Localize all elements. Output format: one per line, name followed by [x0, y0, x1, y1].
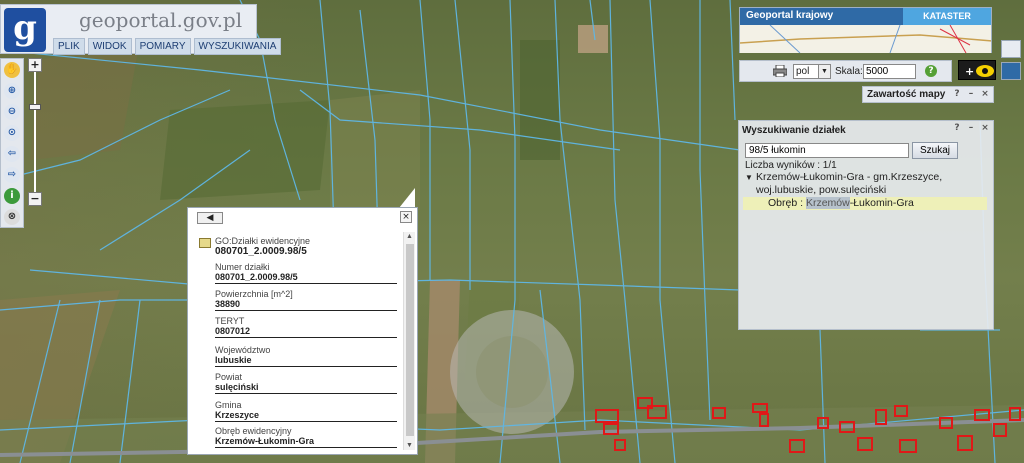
menu-widok[interactable]: WIDOK: [87, 38, 132, 55]
scale-label: Skala:: [835, 66, 863, 77]
info-icon[interactable]: i: [4, 188, 20, 204]
obreb-rest: -Łukomin-Gra: [849, 197, 914, 209]
expand-triangle-icon[interactable]: ▼: [745, 171, 753, 184]
field-gmina: Gmina Krzeszyce: [215, 400, 397, 422]
search-button[interactable]: Szukaj: [912, 142, 958, 159]
language-select[interactable]: pol ▼: [793, 64, 831, 79]
result-tree-node[interactable]: ▼ Krzemów-Łukomin-Gra - gm.Krzeszyce,: [745, 171, 985, 184]
parcel-id: 080701_2.0009.98/5: [215, 246, 307, 257]
layer-icon: [199, 238, 211, 248]
zoom-plus-button[interactable]: +: [28, 58, 42, 72]
field-value: 0807012: [215, 326, 251, 336]
overview-minimap[interactable]: [740, 25, 991, 53]
zoom-minus-button[interactable]: −: [28, 192, 42, 206]
chevron-down-icon[interactable]: ▼: [818, 65, 830, 78]
zoom-in-icon[interactable]: ⊕: [4, 83, 20, 99]
crosshair-icon[interactable]: ⊗: [4, 209, 20, 225]
right-side-buttons: [1001, 40, 1021, 105]
field-value: Krzeszyce: [215, 410, 260, 420]
obreb-prefix: Obręb :: [768, 197, 806, 209]
zoom-extent-icon[interactable]: ⊙: [4, 125, 20, 141]
popup-close-button[interactable]: ×: [400, 211, 412, 223]
overview-title-bar: Geoportal krajowy KATASTER: [740, 8, 991, 25]
menu-pomiary[interactable]: POMIARY: [134, 38, 191, 55]
parcel-info-popup: ◀ × GO:Działki ewidencyjne 080701_2.0009…: [187, 207, 418, 455]
field-value: Krzemów-Łukomin-Gra: [215, 436, 315, 446]
layers-panel-header[interactable]: Zawartość mapy ? – ×: [862, 86, 994, 103]
field-label: Numer działki: [215, 262, 270, 272]
map-tools-toolbar: ✋ ⊕ ⊖ ⊙ ⇦ ⇨ i ⊗: [0, 58, 24, 228]
field-label: TERYT: [215, 316, 245, 326]
minimize-button[interactable]: –: [966, 89, 976, 99]
field-value: 080701_2.0009.98/5: [215, 272, 298, 282]
zoom-thumb[interactable]: [29, 104, 41, 110]
help-button[interactable]: ?: [952, 89, 962, 99]
forward-arrow-icon[interactable]: ⇨: [4, 167, 20, 183]
parcel-search-panel: Wyszukiwanie działek ? – × Szukaj Liczba…: [738, 120, 994, 330]
field-label: Powiat: [215, 372, 243, 382]
zoom-slider[interactable]: + −: [28, 58, 42, 208]
help-button[interactable]: ?: [952, 123, 962, 133]
overview-map-panel: Geoportal krajowy KATASTER: [739, 7, 992, 53]
plus-eye-button[interactable]: +: [958, 60, 996, 80]
eye-icon: +: [965, 65, 994, 78]
layers-toggle-button[interactable]: [1001, 40, 1021, 58]
search-result[interactable]: ▼ Krzemów-Łukomin-Gra - gm.Krzeszyce, wo…: [743, 171, 987, 210]
scale-input[interactable]: [863, 64, 916, 79]
popup-content: GO:Działki ewidencyjne 080701_2.0009.98/…: [196, 232, 402, 450]
zoom-out-icon[interactable]: ⊖: [4, 104, 20, 120]
field-label: Gmina: [215, 400, 242, 410]
field-numer-dzialki: Numer działki 080701_2.0009.98/5: [215, 262, 397, 284]
close-button[interactable]: ×: [980, 123, 990, 133]
popup-pointer: [399, 188, 415, 208]
field-powierzchnia: Powierzchnia [m^2] 38890: [215, 289, 397, 311]
printer-icon[interactable]: [772, 64, 788, 78]
scroll-thumb[interactable]: [406, 244, 414, 436]
result-line-1: Krzemów-Łukomin-Gra - gm.Krzeszyce,: [756, 171, 943, 183]
app-title: geoportal.gov.pl: [79, 8, 243, 32]
back-arrow-button[interactable]: ◀: [197, 212, 223, 224]
field-obreb: Obręb ewidencyjny Krzemów-Łukomin-Gra: [215, 426, 397, 448]
pan-hand-icon[interactable]: ✋: [4, 62, 20, 78]
geoportal-logo-icon[interactable]: g: [4, 8, 46, 52]
app-header: g geoportal.gov.pl PLIK WIDOK POMIARY WY…: [0, 4, 282, 55]
popup-scrollbar[interactable]: ▲ ▼: [403, 232, 415, 450]
zoom-track: [34, 72, 36, 196]
field-value: lubuskie: [215, 355, 252, 365]
search-window-controls: ? – ×: [952, 123, 990, 133]
field-wojewodztwo: Województwo lubuskie: [215, 345, 397, 367]
kataster-button[interactable]: KATASTER: [903, 8, 991, 25]
main-menu: PLIK WIDOK POMIARY WYSZUKIWANIA: [53, 38, 282, 55]
scroll-up-icon[interactable]: ▲: [406, 233, 413, 240]
field-label: Obręb ewidencyjny: [215, 426, 292, 436]
search-panel-title: Wyszukiwanie działek: [742, 125, 846, 136]
result-line-2: woj.lubuskie, pow.sulęciński: [756, 184, 887, 196]
close-button[interactable]: ×: [980, 89, 990, 99]
overview-minimap-graphic: [740, 25, 991, 53]
field-label: Powierzchnia [m^2]: [215, 289, 293, 299]
obreb-highlight: Krzemów: [805, 197, 850, 209]
minimize-button[interactable]: –: [966, 123, 976, 133]
result-obreb-item[interactable]: Obręb : Krzemów-Łukomin-Gra: [743, 197, 987, 210]
scroll-down-icon[interactable]: ▼: [406, 442, 413, 449]
menu-wyszukiwania[interactable]: WYSZUKIWANIA: [193, 38, 282, 55]
field-label: Województwo: [215, 345, 271, 355]
scale-toolbar: pol ▼ Skala: ?: [739, 60, 952, 82]
language-value: pol: [796, 66, 810, 77]
visibility-eye-icon[interactable]: [1001, 62, 1021, 80]
layer-name: GO:Działki ewidencyjne: [215, 236, 311, 246]
layers-panel-title: Zawartość mapy: [867, 89, 946, 100]
help-icon[interactable]: ?: [925, 65, 937, 77]
menu-plik[interactable]: PLIK: [53, 38, 85, 55]
result-count: Liczba wyników : 1/1: [745, 160, 837, 171]
svg-text:+: +: [965, 65, 974, 78]
field-powiat: Powiat sulęciński: [215, 372, 397, 394]
parcel-search-input[interactable]: [745, 143, 909, 158]
overview-title: Geoportal krajowy: [746, 10, 834, 21]
field-value: sulęciński: [215, 382, 259, 392]
field-teryt: TERYT 0807012: [215, 316, 397, 338]
back-arrow-icon[interactable]: ⇦: [4, 146, 20, 162]
field-value: 38890: [215, 299, 241, 309]
layers-window-controls: ? – ×: [952, 89, 990, 99]
